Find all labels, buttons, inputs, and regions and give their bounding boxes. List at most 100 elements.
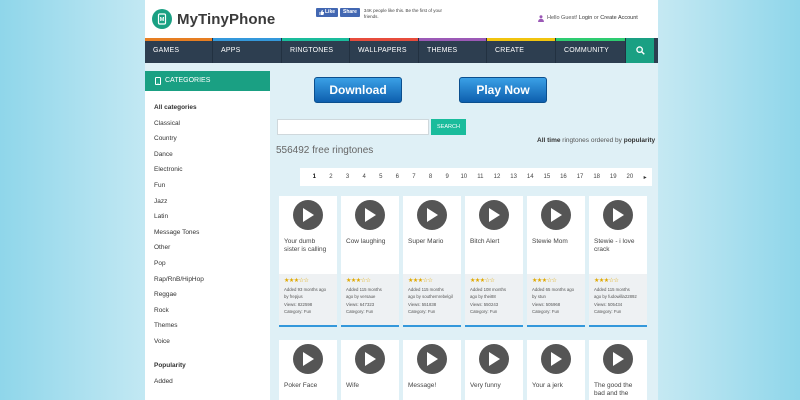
ringtone-title[interactable]: Stewie - i love crack (589, 234, 647, 274)
category-message-tones[interactable]: Message Tones (154, 228, 270, 244)
nav-games[interactable]: GAMES (145, 38, 213, 63)
ringtone-title[interactable]: Cow laughing (341, 234, 399, 274)
fb-like-button[interactable]: Like (316, 8, 339, 17)
ringtone-title[interactable]: Bitch Alert (465, 234, 523, 274)
ringtone-title[interactable]: Very funny (465, 378, 523, 400)
ringtone-category[interactable]: Category: Fun (284, 308, 332, 315)
download-button[interactable]: Download (314, 77, 402, 103)
page-15[interactable]: 15 (539, 174, 556, 180)
category-country[interactable]: Country (154, 134, 270, 150)
category-fun[interactable]: Fun (154, 181, 270, 197)
page-5[interactable]: 5 (372, 174, 389, 180)
page-3[interactable]: 3 (339, 174, 356, 180)
ringtone-category[interactable]: Category: Fun (408, 308, 456, 315)
ringtone-title[interactable]: Poker Face (279, 378, 337, 400)
category-rap-rnb-hiphop[interactable]: Rap/RnB/HipHop (154, 275, 270, 291)
page-11[interactable]: 11 (472, 174, 489, 180)
order-suffix[interactable]: popularity (624, 137, 655, 144)
page-20[interactable]: 20 (622, 174, 639, 180)
fb-share-button[interactable]: Share (340, 8, 360, 17)
nav-apps[interactable]: APPS (213, 38, 282, 63)
nav-create[interactable]: CREATE (487, 38, 556, 63)
page-6[interactable]: 6 (389, 174, 406, 180)
ringtone-card[interactable]: Your a jerk (527, 340, 585, 400)
page-19[interactable]: 19 (605, 174, 622, 180)
category-other[interactable]: Other (154, 243, 270, 259)
play-icon[interactable] (541, 344, 571, 374)
page-1[interactable]: 1 (306, 174, 323, 180)
page-10[interactable]: 10 (455, 174, 472, 180)
next-page-icon[interactable]: ▸ (638, 174, 652, 181)
page-8[interactable]: 8 (422, 174, 439, 180)
play-icon[interactable] (479, 344, 509, 374)
ringtone-card[interactable]: Your dumb sister is calling ★★★☆☆ Added … (279, 196, 337, 327)
page-7[interactable]: 7 (406, 174, 423, 180)
page-13[interactable]: 13 (505, 174, 522, 180)
play-now-button[interactable]: Play Now (459, 77, 547, 103)
play-icon[interactable] (355, 200, 385, 230)
play-icon[interactable] (355, 344, 385, 374)
ringtone-title[interactable]: Wife (341, 378, 399, 400)
ringtone-title[interactable]: Stewie Mom (527, 234, 585, 274)
ringtone-card[interactable]: Poker Face (279, 340, 337, 400)
ringtone-card[interactable]: Very funny (465, 340, 523, 400)
ringtone-category[interactable]: Category: Fun (532, 308, 580, 315)
ringtone-card[interactable]: Bitch Alert ★★★☆☆ Added 108 months ago b… (465, 196, 523, 327)
ringtone-author[interactable]: by frepjus (284, 293, 332, 300)
ringtone-card[interactable]: Message! (403, 340, 461, 400)
page-12[interactable]: 12 (489, 174, 506, 180)
order-prefix[interactable]: All time (537, 137, 560, 144)
ringtone-title[interactable]: Your a jerk (527, 378, 585, 400)
ringtone-category[interactable]: Category: Fun (594, 308, 642, 315)
ringtone-search-button[interactable]: SEARCH (431, 119, 466, 135)
page-14[interactable]: 14 (522, 174, 539, 180)
ringtone-author[interactable]: ago by versaue (346, 293, 394, 300)
category-jazz[interactable]: Jazz (154, 197, 270, 213)
ringtone-author[interactable]: ago by southernrebelgil (408, 293, 456, 300)
ringtone-title[interactable]: Your dumb sister is calling (279, 234, 337, 274)
ringtone-title[interactable]: The good the bad and the (589, 378, 647, 400)
popularity-added[interactable]: Added (154, 377, 270, 393)
ringtone-card[interactable]: The good the bad and the (589, 340, 647, 400)
category-rock[interactable]: Rock (154, 306, 270, 322)
category-electronic[interactable]: Electronic (154, 165, 270, 181)
play-icon[interactable] (603, 344, 633, 374)
play-icon[interactable] (541, 200, 571, 230)
category-latin[interactable]: Latin (154, 212, 270, 228)
site-logo[interactable]: M MyTinyPhone (152, 9, 275, 29)
nav-ringtones[interactable]: RINGTONES (282, 38, 350, 63)
page-2[interactable]: 2 (323, 174, 340, 180)
page-18[interactable]: 18 (588, 174, 605, 180)
play-icon[interactable] (603, 200, 633, 230)
page-9[interactable]: 9 (439, 174, 456, 180)
category-dance[interactable]: Dance (154, 150, 270, 166)
nav-wallpapers[interactable]: WALLPAPERS (350, 38, 419, 63)
play-icon[interactable] (417, 344, 447, 374)
ringtone-author[interactable]: ago by thei88 (470, 293, 518, 300)
category-voice[interactable]: Voice (154, 337, 270, 353)
nav-community[interactable]: COMMUNITY (556, 38, 626, 63)
ringtone-author[interactable]: ago by fudowilla22892 (594, 293, 642, 300)
nav-themes[interactable]: THEMES (419, 38, 487, 63)
ringtone-category[interactable]: Category: Fun (470, 308, 518, 315)
login-link[interactable]: Login (579, 15, 592, 21)
ringtone-card[interactable]: Stewie - i love crack ★★★☆☆ Added 115 mo… (589, 196, 647, 327)
ringtone-card[interactable]: Super Mario ★★★☆☆ Added 115 months ago b… (403, 196, 461, 327)
ringtone-card[interactable]: Wife (341, 340, 399, 400)
create-account-link[interactable]: Create Account (600, 15, 638, 21)
page-4[interactable]: 4 (356, 174, 373, 180)
ringtone-card[interactable]: Stewie Mom ★★★☆☆ Added 65 months ago by … (527, 196, 585, 327)
category-reggae[interactable]: Reggae (154, 290, 270, 306)
ringtone-title[interactable]: Message! (403, 378, 461, 400)
ringtone-category[interactable]: Category: Fun (346, 308, 394, 315)
play-icon[interactable] (417, 200, 447, 230)
category-pop[interactable]: Pop (154, 259, 270, 275)
ringtone-card[interactable]: Cow laughing ★★★☆☆ Added 115 months ago … (341, 196, 399, 327)
category-classical[interactable]: Classical (154, 119, 270, 135)
play-icon[interactable] (293, 344, 323, 374)
category-all[interactable]: All categories (154, 103, 270, 119)
page-17[interactable]: 17 (572, 174, 589, 180)
ringtone-title[interactable]: Super Mario (403, 234, 461, 274)
play-icon[interactable] (293, 200, 323, 230)
ringtone-search-input[interactable] (277, 119, 429, 135)
